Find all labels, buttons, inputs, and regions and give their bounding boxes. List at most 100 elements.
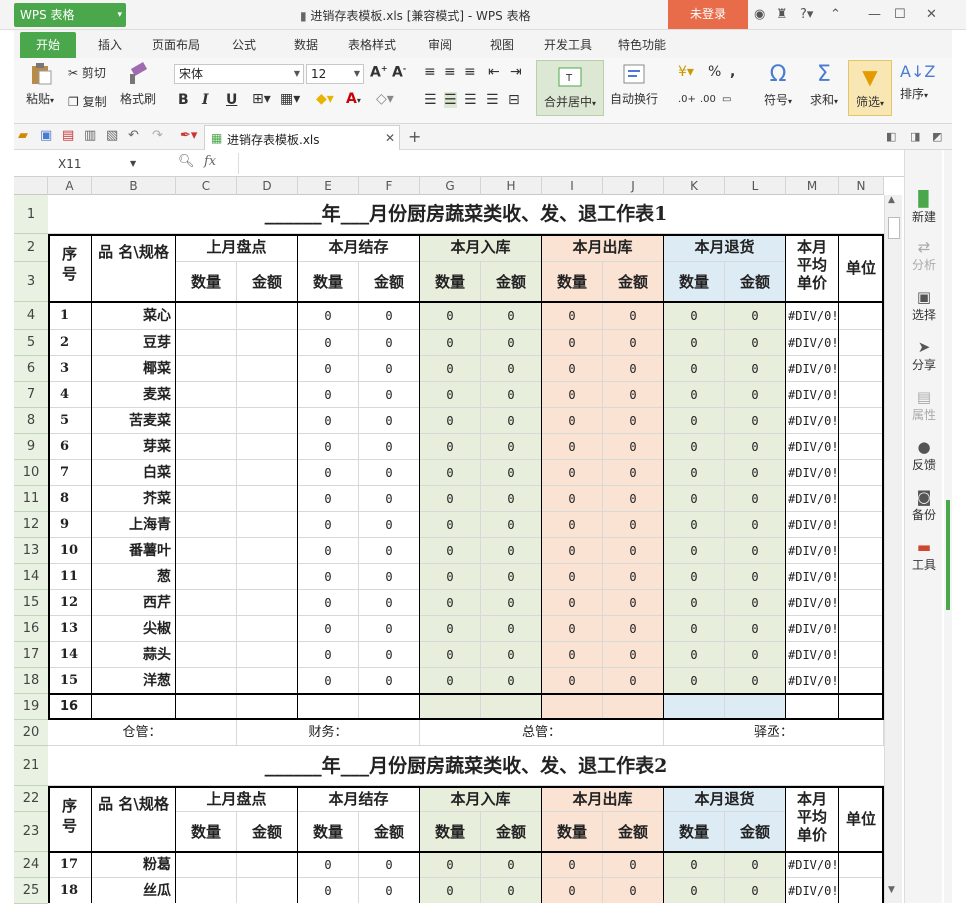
unit-cell[interactable]	[839, 616, 884, 642]
seq-cell[interactable]: 10	[48, 538, 92, 564]
unit-cell[interactable]	[839, 852, 884, 878]
window-mode-icon[interactable]: ◧	[886, 130, 896, 143]
value-cell[interactable]: 0	[725, 512, 786, 538]
item-name-cell[interactable]: 粉葛	[92, 852, 176, 878]
header-name[interactable]: 品 名\规格	[92, 786, 176, 852]
cell[interactable]	[237, 408, 298, 434]
header-group[interactable]: 本月入库	[420, 234, 542, 262]
value-cell[interactable]: 0	[603, 590, 664, 616]
item-name-cell[interactable]: 西芹	[92, 590, 176, 616]
share-doc-icon[interactable]: ◩	[932, 130, 942, 143]
row-header[interactable]: 4	[14, 302, 48, 330]
header-group[interactable]: 本月出库	[542, 234, 664, 262]
cell[interactable]	[542, 694, 603, 720]
unit-cell[interactable]	[839, 642, 884, 668]
value-cell[interactable]: 0	[298, 434, 359, 460]
tab-data[interactable]: 数据	[294, 36, 318, 53]
value-cell[interactable]: 0	[542, 434, 603, 460]
cell[interactable]	[359, 694, 420, 720]
avg-price-cell[interactable]: #DIV/0!	[786, 356, 839, 382]
panel-feedback[interactable]: ● 反馈	[905, 438, 943, 473]
help-icon[interactable]: ?▾	[800, 7, 813, 22]
header-qty[interactable]: 数量	[420, 812, 481, 852]
value-cell[interactable]: 0	[359, 852, 420, 878]
header-qty[interactable]: 数量	[176, 262, 237, 302]
row-header[interactable]: 7	[14, 382, 48, 408]
value-cell[interactable]: 0	[725, 616, 786, 642]
function-icon[interactable]: fx	[204, 154, 216, 169]
panel-tools[interactable]: ▬ 工具	[905, 538, 943, 573]
value-cell[interactable]: 0	[481, 434, 542, 460]
new-tab-icon[interactable]: +	[408, 127, 421, 146]
value-cell[interactable]: 0	[359, 302, 420, 330]
seq-cell[interactable]: 5	[48, 408, 92, 434]
comma-icon[interactable]: ,	[730, 64, 735, 80]
cell[interactable]	[237, 564, 298, 590]
decrease-decimal-icon[interactable]: .00	[700, 94, 716, 105]
unit-cell[interactable]	[839, 564, 884, 590]
column-header[interactable]: K	[664, 177, 725, 195]
sheet-title[interactable]: ______年___月份厨房蔬菜类收、发、退工作表2	[48, 746, 884, 786]
row-header[interactable]: 21	[14, 746, 48, 786]
value-cell[interactable]: 0	[420, 668, 481, 694]
tab-home[interactable]: 开始	[20, 32, 77, 58]
value-cell[interactable]: 0	[542, 564, 603, 590]
row-header[interactable]: 10	[14, 460, 48, 486]
row-header[interactable]: 1	[14, 195, 48, 234]
value-cell[interactable]: 0	[664, 408, 725, 434]
value-cell[interactable]: 0	[664, 382, 725, 408]
value-cell[interactable]: 0	[725, 642, 786, 668]
value-cell[interactable]: 0	[298, 564, 359, 590]
column-header[interactable]: J	[603, 177, 664, 195]
font-family-select[interactable]: 宋体 ▼	[174, 64, 304, 84]
cell[interactable]	[237, 330, 298, 356]
cell[interactable]	[176, 616, 237, 642]
seq-cell[interactable]: 6	[48, 434, 92, 460]
cell[interactable]	[176, 668, 237, 694]
shrink-font-icon[interactable]: A-	[392, 64, 406, 81]
font-size-select[interactable]: 12 ▼	[306, 64, 364, 84]
cell[interactable]	[176, 302, 237, 330]
value-cell[interactable]: 0	[298, 668, 359, 694]
cell[interactable]	[176, 460, 237, 486]
value-cell[interactable]: 0	[481, 564, 542, 590]
item-name-cell[interactable]: 番薯叶	[92, 538, 176, 564]
unit-cell[interactable]	[839, 538, 884, 564]
value-cell[interactable]: 0	[298, 616, 359, 642]
header-avg-price[interactable]: 本月平均单价	[786, 786, 839, 852]
value-cell[interactable]: 0	[603, 538, 664, 564]
cell[interactable]	[786, 694, 839, 720]
cell[interactable]	[237, 878, 298, 903]
align-bottom-icon[interactable]: ≡	[464, 64, 476, 80]
row-header[interactable]: 20	[14, 720, 48, 746]
item-name-cell[interactable]: 苦麦菜	[92, 408, 176, 434]
value-cell[interactable]: 0	[664, 538, 725, 564]
panel-analyze[interactable]: ⇄ 分析	[905, 238, 943, 273]
value-cell[interactable]: 0	[481, 852, 542, 878]
value-cell[interactable]: 0	[725, 382, 786, 408]
cell[interactable]	[237, 512, 298, 538]
header-qty[interactable]: 数量	[542, 812, 603, 852]
value-cell[interactable]: 0	[603, 382, 664, 408]
value-cell[interactable]: 0	[542, 616, 603, 642]
value-cell[interactable]: 0	[420, 878, 481, 903]
cell[interactable]	[176, 852, 237, 878]
value-cell[interactable]: 0	[664, 616, 725, 642]
column-header[interactable]: D	[237, 177, 298, 195]
header-group[interactable]: 本月退货	[664, 234, 786, 262]
value-cell[interactable]: 0	[481, 668, 542, 694]
wrap-text-button[interactable]: 自动换行	[608, 62, 660, 107]
item-name-cell[interactable]: 葱	[92, 564, 176, 590]
scroll-thumb[interactable]	[888, 217, 900, 239]
value-cell[interactable]: 0	[359, 878, 420, 903]
align-top-icon[interactable]: ≡	[424, 64, 436, 80]
seq-cell[interactable]: 14	[48, 642, 92, 668]
value-cell[interactable]: 0	[725, 434, 786, 460]
row-header[interactable]: 12	[14, 512, 48, 538]
item-name-cell[interactable]: 芥菜	[92, 486, 176, 512]
cell[interactable]	[298, 694, 359, 720]
value-cell[interactable]: 0	[542, 668, 603, 694]
cell[interactable]	[237, 486, 298, 512]
panel-share[interactable]: ➤ 分享	[905, 338, 943, 373]
unit-cell[interactable]	[839, 668, 884, 694]
